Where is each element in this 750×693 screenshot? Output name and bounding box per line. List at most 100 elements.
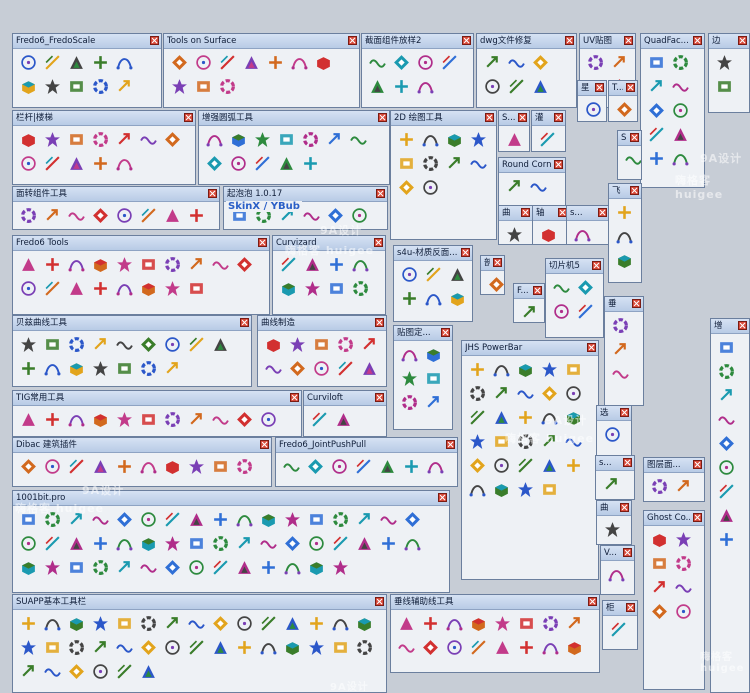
tool-icon[interactable] xyxy=(672,150,689,167)
tool-icon[interactable] xyxy=(206,131,223,148)
tool-icon[interactable] xyxy=(265,336,282,353)
tool-icon[interactable] xyxy=(116,639,133,656)
tool-icon[interactable] xyxy=(675,478,692,495)
tool-icon[interactable] xyxy=(417,54,434,71)
tool-icon[interactable] xyxy=(517,361,534,378)
tool-icon[interactable] xyxy=(612,317,629,334)
tool-icon[interactable] xyxy=(446,155,463,172)
tool-icon[interactable] xyxy=(308,535,325,552)
tool-icon[interactable] xyxy=(68,615,85,632)
tool-icon[interactable] xyxy=(612,341,629,358)
tool-icon[interactable] xyxy=(469,361,486,378)
tool-icon[interactable] xyxy=(566,615,583,632)
tool-icon[interactable] xyxy=(164,559,181,576)
tool-icon[interactable] xyxy=(116,663,133,680)
tool-icon[interactable] xyxy=(553,303,570,320)
tool-icon[interactable] xyxy=(20,155,37,172)
tool-icon[interactable] xyxy=(315,54,332,71)
tool-icon[interactable] xyxy=(20,559,37,576)
tool-icon[interactable] xyxy=(425,290,442,307)
close-icon[interactable] xyxy=(595,83,604,92)
toolbar-title-bar[interactable]: 增 xyxy=(711,319,749,334)
close-icon[interactable] xyxy=(693,513,702,522)
tool-icon[interactable] xyxy=(469,433,486,450)
tool-icon[interactable] xyxy=(648,126,665,143)
tool-icon[interactable] xyxy=(236,615,253,632)
tool-icon[interactable] xyxy=(718,483,735,500)
tool-icon[interactable] xyxy=(44,54,61,71)
tool-icon[interactable] xyxy=(206,155,223,172)
tool-icon[interactable] xyxy=(212,511,229,528)
close-icon[interactable] xyxy=(348,36,357,45)
tool-icon[interactable] xyxy=(44,411,61,428)
tool-icon[interactable] xyxy=(446,639,463,656)
tool-icon[interactable] xyxy=(718,435,735,452)
tool-icon[interactable] xyxy=(651,531,668,548)
tool-icon[interactable] xyxy=(116,411,133,428)
tool-icon[interactable] xyxy=(541,385,558,402)
tool-icon[interactable] xyxy=(611,54,628,71)
tool-icon[interactable] xyxy=(326,131,343,148)
tool-icon[interactable] xyxy=(308,639,325,656)
tool-icon[interactable] xyxy=(587,54,604,71)
tool-icon[interactable] xyxy=(140,131,157,148)
tool-icon[interactable] xyxy=(140,360,157,377)
close-icon[interactable] xyxy=(554,160,563,169)
tool-icon[interactable] xyxy=(116,155,133,172)
close-icon[interactable] xyxy=(290,393,299,402)
toolbar-title-bar[interactable]: Round Corner xyxy=(499,158,565,173)
tool-icon[interactable] xyxy=(506,226,523,243)
toolbar-title-bar[interactable]: S... xyxy=(618,131,641,146)
close-icon[interactable] xyxy=(374,238,383,247)
close-icon[interactable] xyxy=(485,113,494,122)
toolbar-title-bar[interactable]: s4u-材质反面... xyxy=(394,246,472,261)
tool-icon[interactable] xyxy=(608,566,625,583)
tool-icon[interactable] xyxy=(92,131,109,148)
toolbar-title-bar[interactable]: 图层面... xyxy=(644,458,704,473)
tool-icon[interactable] xyxy=(616,252,633,269)
tool-icon[interactable] xyxy=(718,387,735,404)
tool-icon[interactable] xyxy=(140,535,157,552)
tool-icon[interactable] xyxy=(68,535,85,552)
toolbar-title-bar[interactable]: Ghost Co... xyxy=(644,511,704,526)
tool-icon[interactable] xyxy=(675,579,692,596)
tool-icon[interactable] xyxy=(280,256,297,273)
tool-icon[interactable] xyxy=(68,207,85,224)
tool-icon[interactable] xyxy=(219,78,236,95)
tool-icon[interactable] xyxy=(212,411,229,428)
tool-icon[interactable] xyxy=(469,385,486,402)
tool-icon[interactable] xyxy=(542,615,559,632)
tool-icon[interactable] xyxy=(236,511,253,528)
tool-icon[interactable] xyxy=(494,639,511,656)
tool-icon[interactable] xyxy=(328,256,345,273)
tool-icon[interactable] xyxy=(44,559,61,576)
tool-icon[interactable] xyxy=(469,481,486,498)
close-icon[interactable] xyxy=(518,113,527,122)
tool-icon[interactable] xyxy=(521,304,538,321)
tool-icon[interactable] xyxy=(260,559,277,576)
tool-icon[interactable] xyxy=(68,639,85,656)
tool-icon[interactable] xyxy=(20,511,37,528)
tool-icon[interactable] xyxy=(404,511,421,528)
tool-icon[interactable] xyxy=(718,363,735,380)
tool-icon[interactable] xyxy=(260,615,277,632)
toolbar-title-bar[interactable]: F... xyxy=(514,284,544,299)
close-icon[interactable] xyxy=(623,458,632,467)
tool-icon[interactable] xyxy=(188,535,205,552)
tool-icon[interactable] xyxy=(68,458,85,475)
tool-icon[interactable] xyxy=(260,411,277,428)
tool-icon[interactable] xyxy=(470,131,487,148)
toolbar-title-bar[interactable]: S... xyxy=(499,111,529,126)
tool-icon[interactable] xyxy=(565,433,582,450)
tool-icon[interactable] xyxy=(68,663,85,680)
tool-icon[interactable] xyxy=(116,54,133,71)
tool-icon[interactable] xyxy=(20,256,37,273)
tool-icon[interactable] xyxy=(427,458,444,475)
tool-icon[interactable] xyxy=(265,360,282,377)
toolbar-title-bar[interactable]: 垂线辅助线工具 xyxy=(391,595,599,610)
close-icon[interactable] xyxy=(587,343,596,352)
close-icon[interactable] xyxy=(462,36,471,45)
tool-icon[interactable] xyxy=(718,411,735,428)
toolbar-title-bar[interactable]: 切片机5 xyxy=(546,259,603,274)
tool-icon[interactable] xyxy=(517,409,534,426)
